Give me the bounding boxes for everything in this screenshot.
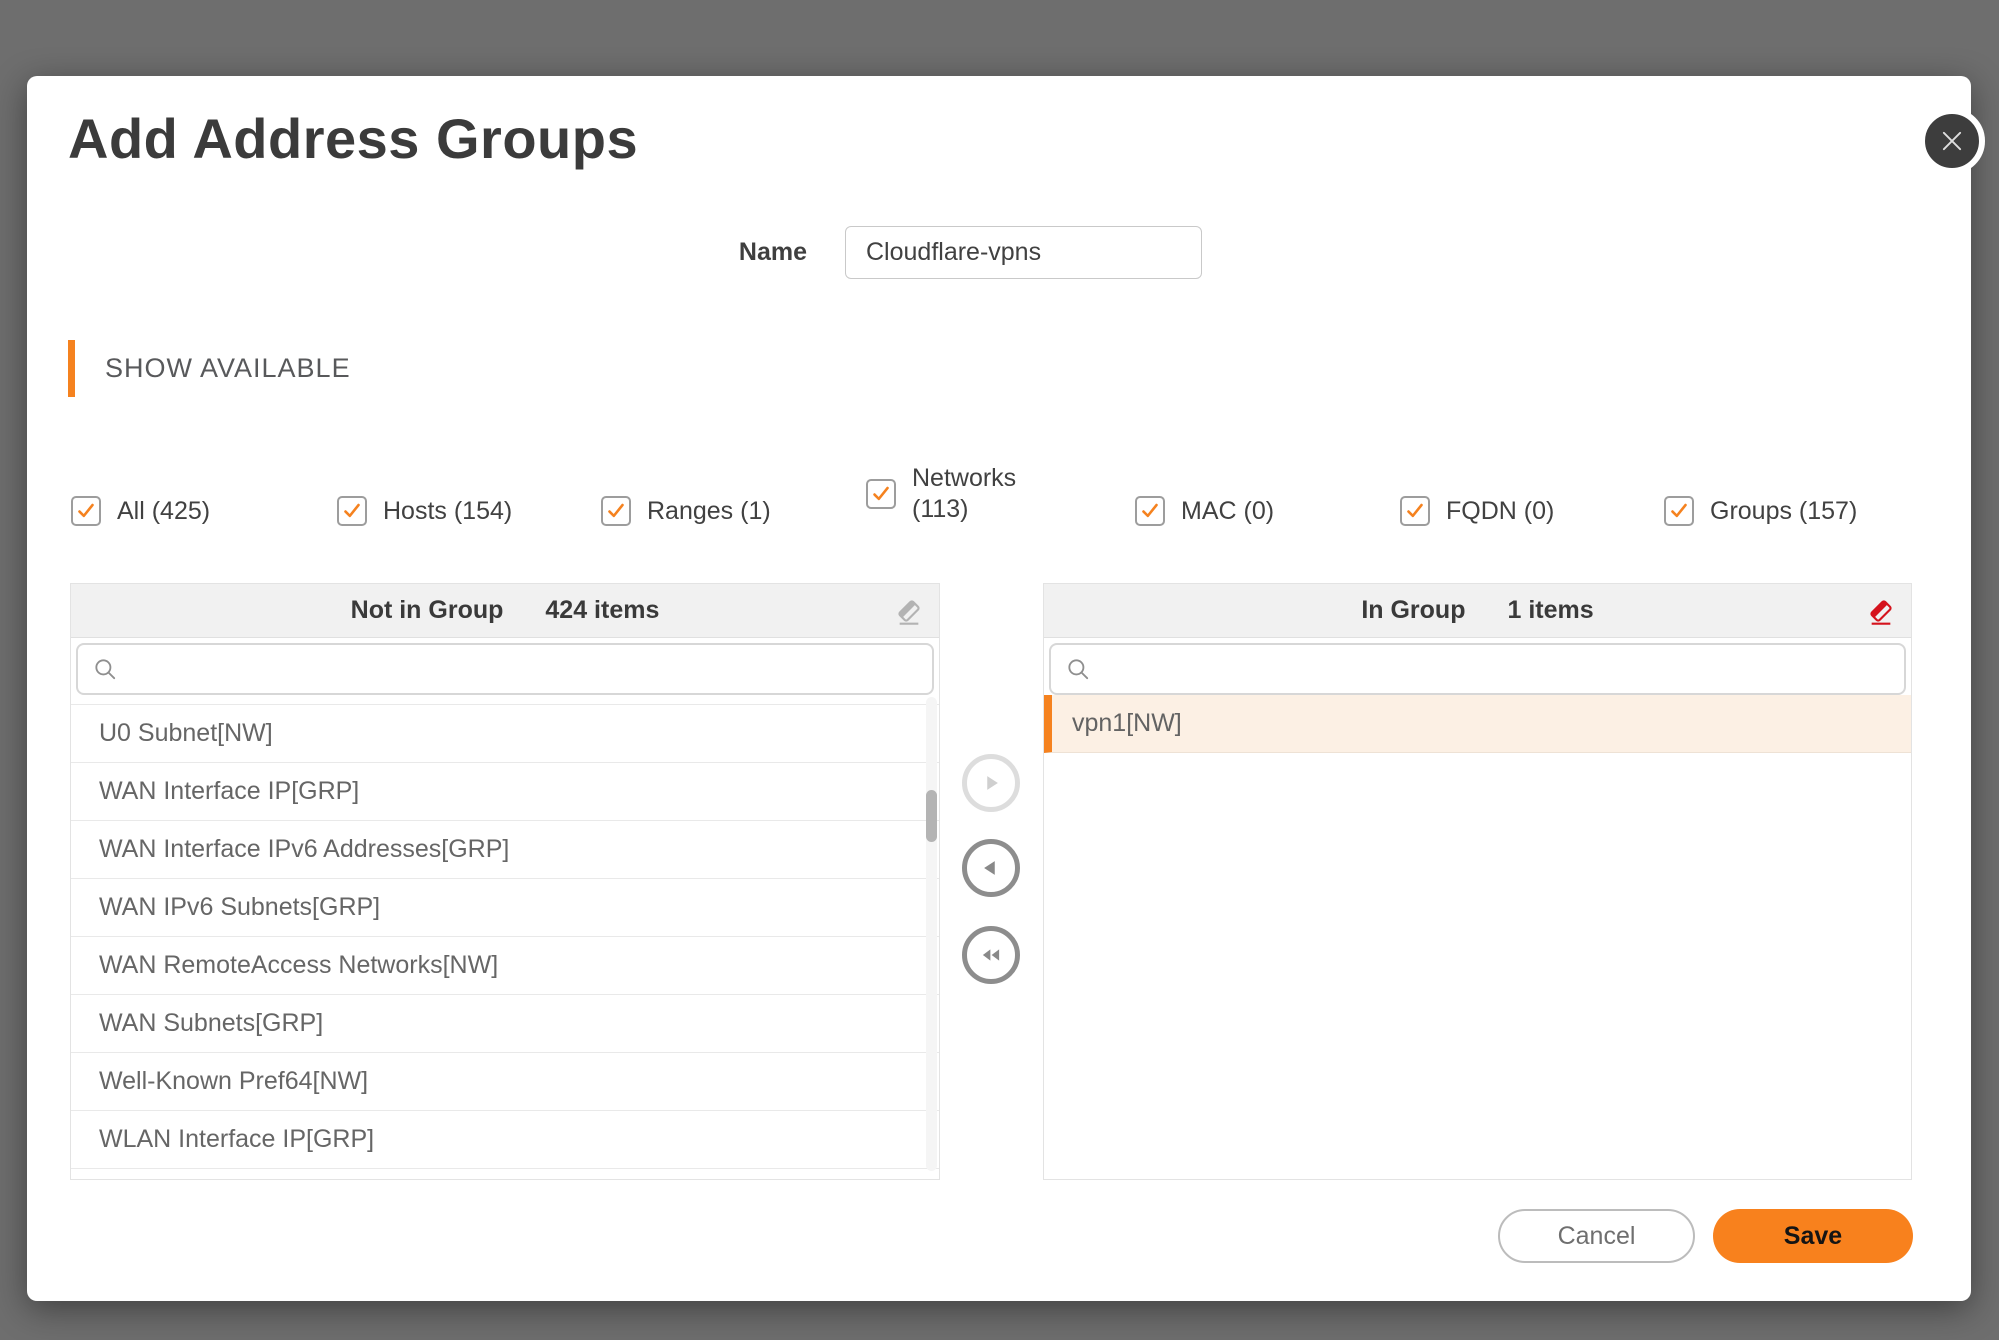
filter-label: Groups (157) [1710,496,1858,525]
move-all-left-button[interactable] [962,926,1020,984]
left-list-scrollbar-track[interactable] [926,697,937,1171]
filter-hosts: Hosts (154) [337,496,512,526]
filter-label-line2: (113) [912,495,969,523]
add-address-groups-dialog: Add Address Groups Name SHOW AVAILABLE A… [27,76,1985,1301]
left-list-scrollbar-thumb[interactable] [926,790,937,842]
name-input[interactable] [845,226,1202,279]
list-item[interactable]: U0 Subnet[NW] [71,705,939,763]
check-icon [1666,498,1692,524]
panel-count: 1 items [1507,596,1594,624]
list-item[interactable]: WAN Interface IP[GRP] [71,763,939,821]
checkbox-ranges[interactable] [601,496,631,526]
filter-label: MAC (0) [1181,496,1275,525]
filter-mac: MAC (0) [1135,496,1274,526]
list-item-partial[interactable] [71,695,939,705]
right-search-area [1044,638,1911,695]
filter-label: Ranges (1) [647,496,771,525]
check-icon [1137,498,1163,524]
eraser-icon [893,595,925,627]
clear-left-list-button [891,593,927,629]
checkbox-hosts[interactable] [337,496,367,526]
list-item[interactable]: WAN Interface IPv6 Addresses[GRP] [71,821,939,879]
section-accent-bar [68,340,75,397]
check-icon [73,498,99,524]
list-item-selected[interactable]: vpn1[NW] [1044,695,1911,753]
not-in-group-header: Not in Group 424 items [71,584,939,638]
filter-fqdn: FQDN (0) [1400,496,1554,526]
left-search-area [71,638,939,695]
move-right-button [962,754,1020,812]
checkbox-groups[interactable] [1664,496,1694,526]
panel-title: In Group [1361,596,1466,624]
checkbox-fqdn[interactable] [1400,496,1430,526]
filter-label: Hosts (154) [383,496,513,525]
list-item[interactable]: WAN RemoteAccess Networks[NW] [71,937,939,995]
double-arrow-left-circle-icon [976,940,1006,970]
in-group-panel: In Group 1 items vpn1[NW] [1043,583,1912,1180]
save-button[interactable]: Save [1713,1209,1913,1263]
checkbox-all[interactable] [71,496,101,526]
in-group-header: In Group 1 items [1044,584,1911,638]
checkbox-mac[interactable] [1135,496,1165,526]
name-label: Name [738,238,807,266]
check-icon [1402,498,1428,524]
list-item[interactable]: WAN Subnets[GRP] [71,995,939,1053]
eraser-icon [1865,595,1897,627]
filter-networks: Networks (113) [866,462,1016,526]
filter-label: All (425) [117,496,211,525]
arrow-left-circle-icon [976,853,1006,883]
not-in-group-list: U0 Subnet[NW] WAN Interface IP[GRP] WAN … [71,695,939,1175]
close-icon [1938,127,1966,155]
show-available-section: SHOW AVAILABLE [68,340,351,397]
list-item[interactable]: Well-Known Pref64[NW] [71,1053,939,1111]
move-left-button[interactable] [962,839,1020,897]
close-button[interactable] [1919,108,1985,174]
filter-label-line1: Networks [912,464,1017,492]
check-icon [603,498,629,524]
panel-title: Not in Group [350,596,504,624]
filter-ranges: Ranges (1) [601,496,771,526]
checkbox-networks[interactable] [866,479,896,509]
arrow-right-circle-icon [976,768,1006,798]
list-item[interactable]: WAN IPv6 Subnets[GRP] [71,879,939,937]
clear-right-list-button[interactable] [1863,593,1899,629]
not-in-group-panel: Not in Group 424 items U0 Subnet[NW] WAN… [70,583,940,1180]
check-icon [339,498,365,524]
list-item[interactable]: WLAN Interface IP[GRP] [71,1111,939,1169]
filter-label: FQDN (0) [1446,496,1555,525]
filter-all: All (425) [71,496,210,526]
filter-groups: Groups (157) [1664,496,1857,526]
cancel-button[interactable]: Cancel [1498,1209,1695,1263]
right-search-input[interactable] [1051,645,1904,693]
section-title: SHOW AVAILABLE [105,353,351,383]
page-title: Add Address Groups [68,107,639,170]
left-search-input[interactable] [78,645,932,693]
panel-count: 424 items [545,596,660,624]
in-group-list: vpn1[NW] [1044,695,1911,1175]
check-icon [868,481,894,507]
